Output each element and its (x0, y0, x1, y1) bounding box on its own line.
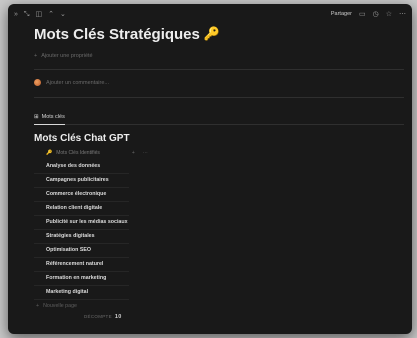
column-header-label: Mots Clés Identifiés (56, 149, 100, 156)
tabs-underline (34, 124, 404, 125)
more-icon[interactable]: ⋯ (143, 150, 148, 156)
clock-icon[interactable]: ◷ (373, 11, 379, 18)
top-bar: » ⤡ ◫ ⌃ ⌄ Partager ▭ ◷ ☆ ⋯ (8, 4, 412, 24)
tab-mots-cles[interactable]: ⊞ Mots clés (34, 114, 65, 125)
divider (34, 97, 404, 98)
page-actions: Partager ▭ ◷ ☆ ⋯ (331, 11, 406, 18)
plus-icon: + (34, 53, 38, 59)
add-comment-placeholder: Ajouter un commentaire... (46, 79, 109, 86)
table-row[interactable]: Référencement naturel (34, 258, 129, 272)
table-row[interactable]: Commerce électronique (34, 188, 129, 202)
row-count[interactable]: DÉCOMPTE 10 (84, 314, 412, 320)
star-icon[interactable]: ☆ (386, 11, 392, 18)
tab-label: Mots clés (41, 114, 65, 120)
page-title[interactable]: Mots Clés Stratégiques (34, 26, 200, 43)
more-icon[interactable]: ⋯ (399, 11, 406, 18)
double-chevron-icon[interactable]: » (14, 11, 18, 18)
column-header[interactable]: 🔑 Mots Clés Identifiés + ⋯ (46, 148, 412, 157)
count-label: DÉCOMPTE (84, 314, 112, 319)
table-row[interactable]: Marketing digital (34, 286, 129, 300)
app-window: » ⤡ ◫ ⌃ ⌄ Partager ▭ ◷ ☆ ⋯ Mots Clés Str… (8, 4, 412, 334)
table-rows: Analyse des données Campagnes publicitai… (34, 160, 129, 312)
new-page-button[interactable]: + Nouvelle page (34, 300, 129, 312)
chevron-down-icon[interactable]: ⌄ (60, 11, 66, 18)
page-title-row: Mots Clés Stratégiques 🔑 (34, 24, 412, 44)
table-row[interactable]: Stratégies digitales (34, 230, 129, 244)
table-icon: ⊞ (34, 114, 39, 120)
divider (34, 69, 404, 70)
new-page-label: Nouvelle page (43, 303, 77, 309)
expand-icon[interactable]: ⤡ (24, 11, 30, 18)
table-row[interactable]: Optimisation SEO (34, 244, 129, 258)
chevron-up-icon[interactable]: ⌃ (48, 11, 54, 18)
table-row[interactable]: Relation client digitale (34, 202, 129, 216)
table-row[interactable]: Campagnes publicitaires (34, 174, 129, 188)
add-property-button[interactable]: + Ajouter une propriété (34, 52, 412, 60)
avatar (34, 79, 41, 86)
add-property-label: Ajouter une propriété (41, 53, 93, 59)
plus-icon[interactable]: + (132, 150, 135, 156)
share-button[interactable]: Partager (331, 11, 352, 17)
add-comment-row[interactable]: Ajouter un commentaire... (34, 78, 412, 87)
database-title[interactable]: Mots Clés Chat GPT (34, 133, 412, 145)
plus-icon: + (36, 303, 40, 309)
key-icon: 🔑 (46, 149, 53, 156)
nav-controls: » ⤡ ◫ ⌃ ⌄ (14, 11, 66, 18)
column-actions: + ⋯ (132, 150, 148, 156)
page-content: Mots Clés Stratégiques 🔑 + Ajouter une p… (8, 24, 412, 320)
sidebar-icon[interactable]: ◫ (36, 11, 43, 18)
comment-icon[interactable]: ▭ (359, 11, 366, 18)
table-row[interactable]: Analyse des données (34, 160, 129, 174)
table-row[interactable]: Publicité sur les médias sociaux (34, 216, 129, 230)
count-value: 10 (114, 314, 122, 320)
key-icon[interactable]: 🔑 (204, 26, 220, 42)
table-row[interactable]: Formation en marketing (34, 272, 129, 286)
